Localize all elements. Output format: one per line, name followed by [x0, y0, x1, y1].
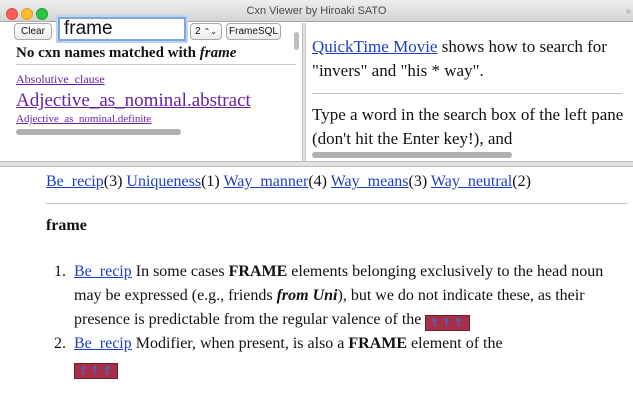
cxn-name-link[interactable]: Adjective_as_nominal.abstract	[16, 90, 291, 112]
result-frame-link[interactable]: Be_recip	[74, 335, 132, 352]
section-title: frame	[46, 217, 87, 234]
result-count-stepper[interactable]: 2 ⌃⌄	[190, 23, 222, 40]
frame-tag-link[interactable]: Way_means	[331, 173, 409, 190]
tag-row-divider	[46, 203, 628, 204]
results-pane: Be_recip(3) Uniqueness(1) Way_manner(4) …	[0, 167, 633, 405]
result-text: In some cases	[131, 263, 229, 280]
window-title: Cxn Viewer by Hiroaki SATO	[246, 5, 387, 17]
result-list: 1. Be_recip In some cases FRAME elements…	[46, 260, 628, 380]
search-input[interactable]	[58, 17, 186, 41]
frame-tag-link[interactable]: Be_recip	[46, 173, 104, 190]
result-example: from Uni	[276, 287, 338, 304]
right-pane-divider	[312, 93, 622, 94]
result-keyword: FRAME	[228, 263, 288, 280]
help-text-2: Type a word in the search box of the lef…	[312, 105, 624, 148]
result-number: 2.	[54, 335, 66, 352]
quicktime-movie-link[interactable]: QuickTime Movie	[312, 37, 437, 56]
frame-tag-link[interactable]: Uniqueness	[126, 173, 201, 190]
frame-tag-link[interactable]: Way_manner	[223, 173, 308, 190]
up-arrows-icon[interactable]: ↑↑↑	[74, 363, 119, 379]
framesql-button[interactable]: FrameSQL	[226, 23, 281, 40]
frame-tag-count: (3)	[408, 173, 428, 190]
frame-tag-count: (3)	[103, 173, 123, 190]
result-text: Modifier, when present, is also a	[131, 335, 349, 352]
result-item: 2. Be_recip Modifier, when present, is a…	[46, 332, 628, 380]
no-match-message: No cxn names matched with frame	[16, 45, 296, 65]
cxn-name-list: Absolutive_clause Adjective_as_nominal.a…	[16, 72, 291, 125]
frame-tag-row: Be_recip(3) Uniqueness(1) Way_manner(4) …	[46, 173, 531, 191]
cxn-name-link[interactable]: Absolutive_clause	[16, 72, 291, 87]
result-frame-link[interactable]: Be_recip	[74, 263, 132, 280]
result-text: element of the	[407, 335, 503, 352]
clear-button[interactable]: Clear	[14, 23, 52, 40]
stepper-value: 2	[195, 26, 201, 37]
result-item: 1. Be_recip In some cases FRAME elements…	[46, 260, 628, 332]
no-match-term: frame	[199, 45, 237, 61]
cxn-name-link[interactable]: Adjective_as_nominal.definite	[16, 113, 291, 125]
frame-tag-link[interactable]: Way_neutral	[431, 173, 512, 190]
result-number: 1.	[54, 263, 66, 280]
frame-tag-count: (1)	[201, 173, 220, 190]
help-text: QuickTime Movie shows how to search for …	[312, 35, 624, 83]
right-pane: QuickTime Movie shows how to search for …	[306, 23, 633, 161]
frame-tag-count: (4)	[308, 173, 327, 190]
right-pane-horizontal-scrollbar[interactable]	[312, 152, 512, 158]
up-arrows-icon[interactable]: ↑↑↑	[425, 315, 470, 331]
title-edge-mark: »	[625, 6, 631, 17]
stepper-arrows-icon[interactable]: ⌃⌄	[204, 27, 217, 36]
result-keyword: FRAME	[348, 335, 408, 352]
frame-tag-count: (2)	[512, 173, 531, 190]
no-match-prefix: No cxn names matched with	[16, 45, 200, 61]
left-pane-horizontal-scrollbar[interactable]	[16, 129, 181, 135]
